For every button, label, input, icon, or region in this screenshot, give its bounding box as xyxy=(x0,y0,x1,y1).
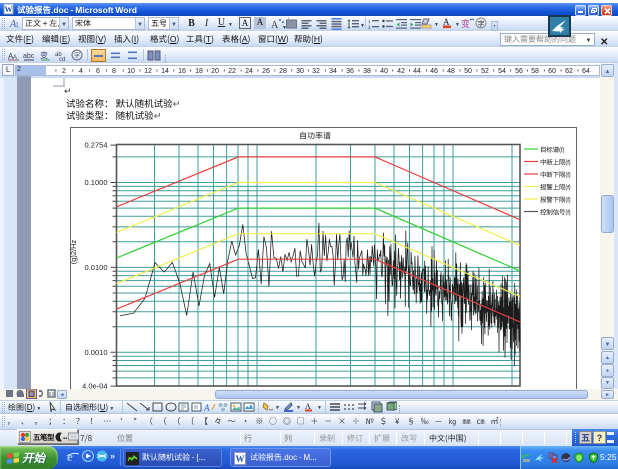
svg-text:24: 24 xyxy=(245,68,253,75)
svg-text:▼: ▼ xyxy=(455,21,460,28)
svg-text:44: 44 xyxy=(413,68,421,75)
svg-text:控制信号(f): 控制信号(f) xyxy=(540,206,571,216)
svg-text:38: 38 xyxy=(363,68,371,75)
svg-text:中断上限(f): 中断上限(f) xyxy=(540,156,571,166)
svg-text:14: 14 xyxy=(161,68,169,75)
svg-text:中断下限(f): 中断下限(f) xyxy=(540,169,571,179)
svg-text:40: 40 xyxy=(380,68,388,75)
svg-text:0.1000: 0.1000 xyxy=(85,178,108,187)
svg-text:46: 46 xyxy=(430,68,438,75)
svg-text:26: 26 xyxy=(262,68,270,75)
svg-text:54: 54 xyxy=(498,68,506,75)
svg-text:报警上限(f): 报警上限(f) xyxy=(540,181,571,191)
svg-text:48: 48 xyxy=(447,68,455,75)
svg-text:36: 36 xyxy=(346,68,354,75)
svg-text:自功率谱: 自功率谱 xyxy=(299,131,331,142)
svg-text:W: W xyxy=(236,454,245,464)
svg-text:▼: ▼ xyxy=(275,404,280,411)
svg-text:64: 64 xyxy=(582,68,590,75)
svg-text:报警下限(f): 报警下限(f) xyxy=(540,194,571,204)
svg-text:50: 50 xyxy=(464,68,472,75)
svg-text:60: 60 xyxy=(548,68,556,75)
svg-text:?: ? xyxy=(597,431,603,444)
svg-text:2: 2 xyxy=(368,25,371,30)
svg-text:10: 10 xyxy=(127,68,135,75)
svg-text:34: 34 xyxy=(329,68,337,75)
svg-text:28: 28 xyxy=(279,68,287,75)
svg-text:52: 52 xyxy=(481,68,489,75)
svg-text:▼: ▼ xyxy=(296,404,301,411)
svg-text:A: A xyxy=(204,403,210,413)
svg-text:8: 8 xyxy=(112,68,116,75)
svg-text:A: A xyxy=(271,20,279,30)
svg-text:18: 18 xyxy=(195,68,203,75)
svg-text:62: 62 xyxy=(565,68,573,75)
svg-text:58: 58 xyxy=(531,68,539,75)
svg-text:变: 变 xyxy=(40,50,48,61)
svg-text:42: 42 xyxy=(397,68,405,75)
svg-text:▼: ▼ xyxy=(434,21,439,28)
svg-text:4: 4 xyxy=(14,20,19,30)
svg-text:56: 56 xyxy=(515,68,523,75)
svg-text:4: 4 xyxy=(79,68,83,75)
svg-text:20: 20 xyxy=(211,68,219,75)
svg-text:12: 12 xyxy=(144,68,152,75)
svg-text:30: 30 xyxy=(296,68,304,75)
svg-text:16: 16 xyxy=(178,68,186,75)
svg-text:cd: cd xyxy=(59,54,65,62)
svg-text:4.0e-04: 4.0e-04 xyxy=(82,382,107,390)
svg-text:字: 字 xyxy=(478,19,485,29)
svg-text:变: 变 xyxy=(461,17,470,30)
svg-text:2: 2 xyxy=(62,68,66,75)
svg-text:0.0010: 0.0010 xyxy=(85,348,108,357)
svg-text:0.0100: 0.0100 xyxy=(85,263,108,272)
svg-text:(g)2/Hz: (g)2/Hz xyxy=(70,239,78,264)
svg-text:22: 22 xyxy=(228,68,236,75)
svg-text:▼: ▼ xyxy=(317,404,322,411)
svg-text:W: W xyxy=(5,5,13,14)
svg-text:6: 6 xyxy=(96,68,100,75)
svg-text:五: 五 xyxy=(581,431,590,444)
svg-text:e: e xyxy=(67,449,73,464)
svg-text:目标谱(f): 目标谱(f) xyxy=(540,144,564,154)
svg-text:字: 字 xyxy=(74,51,80,60)
svg-text:0.2754: 0.2754 xyxy=(85,141,108,150)
svg-text:32: 32 xyxy=(312,68,320,75)
